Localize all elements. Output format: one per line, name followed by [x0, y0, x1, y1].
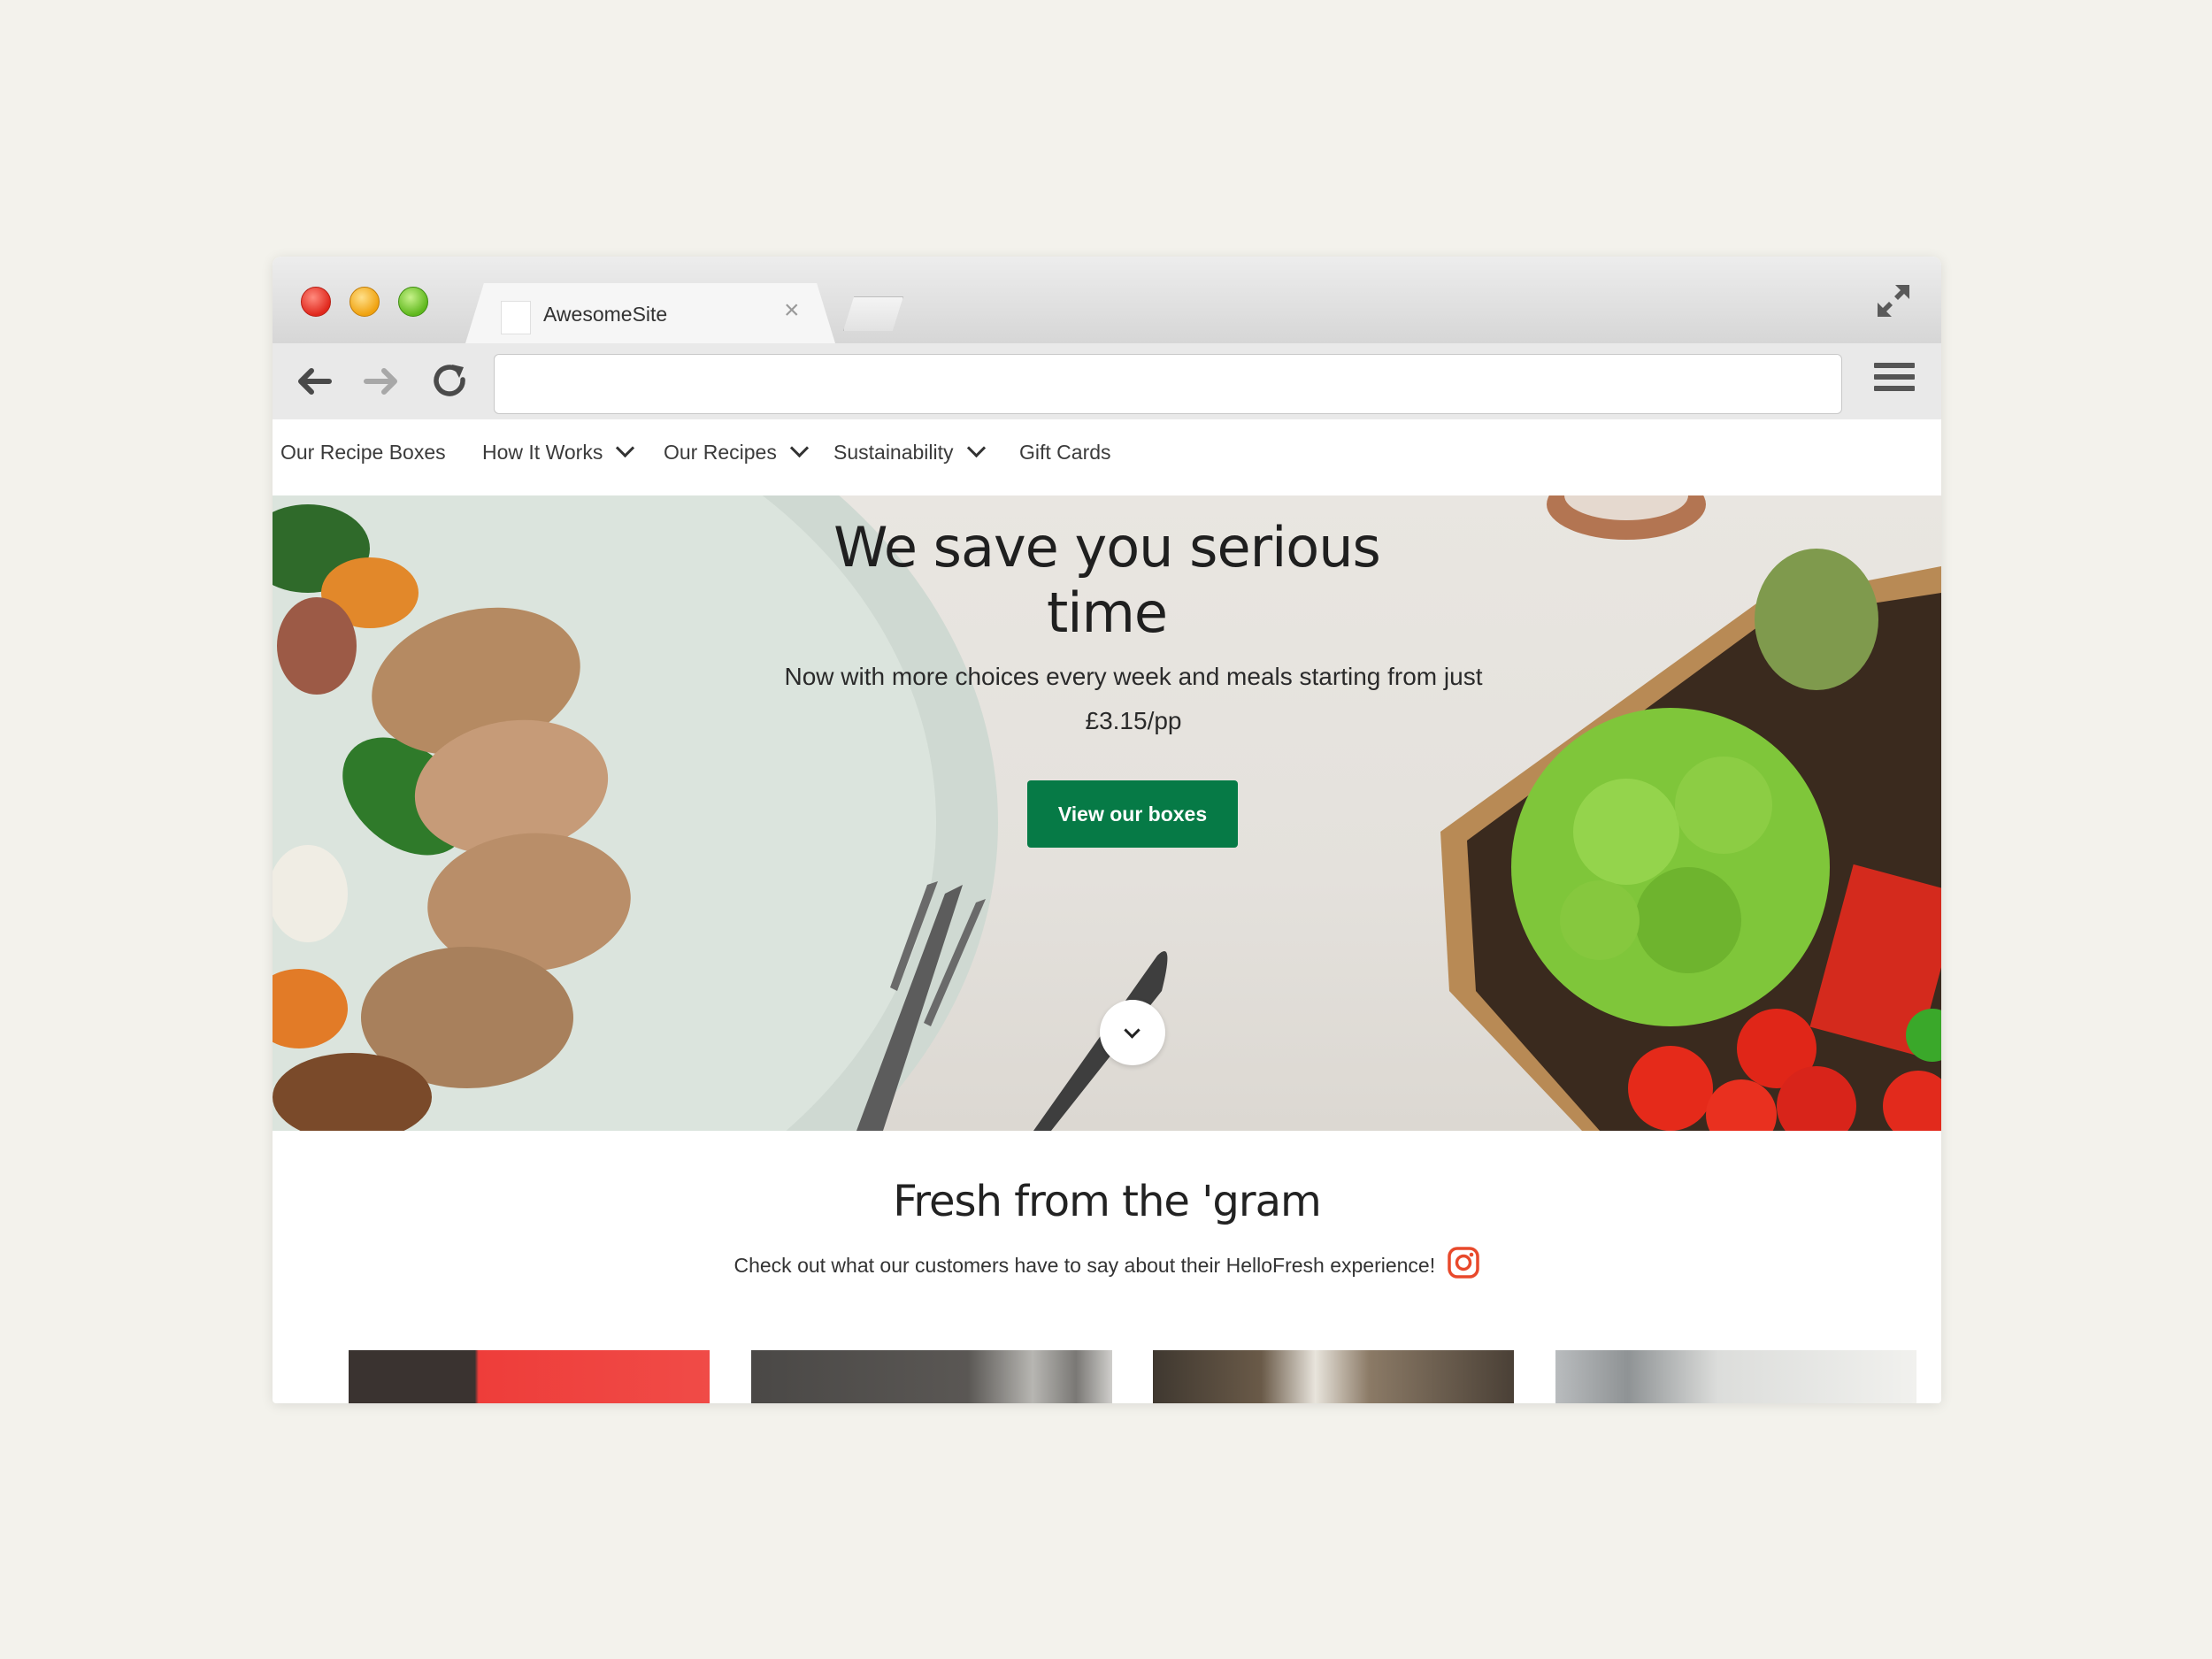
hamburger-menu-icon[interactable]	[1874, 363, 1915, 400]
nav-our-recipes[interactable]: Our Recipes	[664, 438, 809, 465]
chevron-down-icon	[789, 438, 809, 458]
chevron-down-icon	[616, 438, 635, 458]
title-bar: AwesomeSite ×	[273, 257, 1941, 343]
back-arrow-icon[interactable]	[294, 361, 334, 402]
instagram-post-thumbnail[interactable]	[751, 1350, 1112, 1403]
nav-our-recipe-boxes[interactable]: Our Recipe Boxes	[280, 441, 446, 465]
gram-section-title: Fresh from the 'gram	[893, 1177, 1322, 1226]
instagram-post-thumbnail[interactable]	[1555, 1350, 1916, 1403]
nav-label: Gift Cards	[1019, 441, 1111, 464]
nav-label: Our Recipe Boxes	[280, 441, 446, 464]
hero-subtitle: Now with more choices every week and mea…	[784, 663, 1483, 734]
nav-gift-cards[interactable]: Gift Cards	[1019, 441, 1111, 465]
gram-section-subtitle: Check out what our customers have to say…	[273, 1246, 1941, 1279]
browser-toolbar	[273, 343, 1941, 420]
instagram-post-thumbnail[interactable]	[1153, 1350, 1514, 1403]
close-window-button[interactable]	[301, 287, 331, 317]
instagram-post-thumbnail[interactable]	[349, 1350, 710, 1403]
nav-label: Sustainability	[833, 441, 954, 464]
page-icon	[501, 301, 531, 334]
instagram-icon[interactable]	[1447, 1246, 1480, 1279]
zoom-window-button[interactable]	[398, 287, 428, 317]
nav-how-it-works[interactable]: How It Works	[482, 438, 635, 465]
expand-icon[interactable]	[1874, 281, 1913, 320]
address-bar[interactable]	[494, 354, 1842, 414]
site-navigation: Our Recipe Boxes How It Works Our Recipe…	[273, 419, 1941, 487]
gram-subtitle-text: Check out what our customers have to say…	[733, 1254, 1436, 1277]
forward-arrow-icon[interactable]	[361, 361, 402, 402]
browser-window: AwesomeSite × Our Recipe Boxes How It Wo…	[273, 257, 1941, 1403]
browser-tab[interactable]: AwesomeSite ×	[465, 283, 835, 343]
reload-icon[interactable]	[430, 361, 471, 402]
hero-title-line1: We save you serious	[833, 515, 1381, 580]
hero-title: We save you serious time	[273, 515, 1941, 646]
minimize-window-button[interactable]	[349, 287, 380, 317]
nav-label: Our Recipes	[664, 441, 777, 464]
chevron-down-icon	[1124, 1022, 1141, 1039]
new-tab-button[interactable]	[843, 296, 903, 331]
nav-sustainability[interactable]: Sustainability	[833, 438, 986, 465]
tab-title: AwesomeSite	[543, 303, 668, 326]
nav-label: How It Works	[482, 441, 603, 464]
view-our-boxes-button[interactable]: View our boxes	[1027, 780, 1238, 848]
scroll-down-button[interactable]	[1100, 1000, 1165, 1065]
hero-title-line2: time	[1046, 580, 1168, 645]
close-tab-icon[interactable]: ×	[784, 297, 800, 324]
chevron-down-icon	[966, 438, 986, 458]
hero-banner: We save you serious time Now with more c…	[273, 495, 1941, 1131]
